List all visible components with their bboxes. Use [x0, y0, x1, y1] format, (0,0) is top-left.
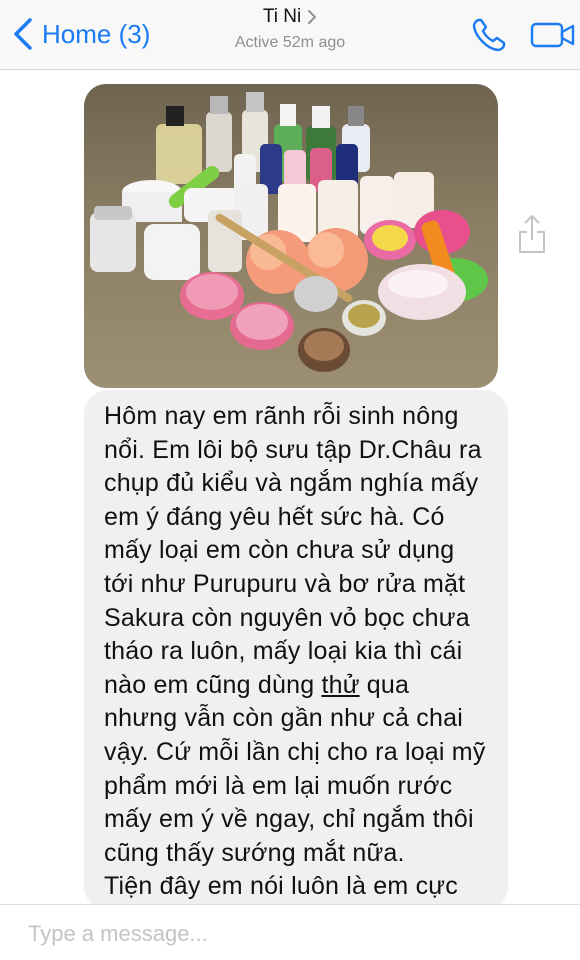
message-text-part-2: qua nhưng vẫn còn gần như cả chai vậy. C…: [104, 670, 486, 901]
message-underlined-word[interactable]: thử: [321, 671, 359, 699]
contact-info: Ti Ni Active 52m ago: [190, 6, 390, 52]
back-button[interactable]: Home (3): [10, 14, 150, 54]
conversation-header: Home (3) Ti Ni Active 52m ago: [0, 0, 580, 70]
phone-icon[interactable]: [470, 16, 508, 54]
message-photo[interactable]: [84, 84, 498, 388]
message-bubble: Hôm nay em rãnh rỗi sinh nông nổi. Em lô…: [84, 390, 508, 910]
message-composer: [0, 904, 580, 960]
message-text: Hôm nay em rãnh rỗi sinh nông nổi. Em lô…: [104, 400, 492, 904]
chevron-right-icon: [308, 10, 317, 24]
contact-name: Ti Ni: [262, 6, 302, 27]
contact-name-button[interactable]: Ti Ni: [263, 6, 317, 28]
message-input[interactable]: [26, 917, 560, 951]
chevron-left-icon: [14, 18, 32, 50]
cosmetics-photo: [90, 92, 488, 372]
active-status: Active 52m ago: [234, 34, 346, 51]
video-camera-icon[interactable]: [530, 20, 576, 50]
message-text-part-1: Hôm nay em rãnh rỗi sinh nông nổi. Em lô…: [104, 402, 482, 699]
share-icon[interactable]: [516, 214, 548, 254]
back-label: Home (3): [42, 18, 151, 49]
